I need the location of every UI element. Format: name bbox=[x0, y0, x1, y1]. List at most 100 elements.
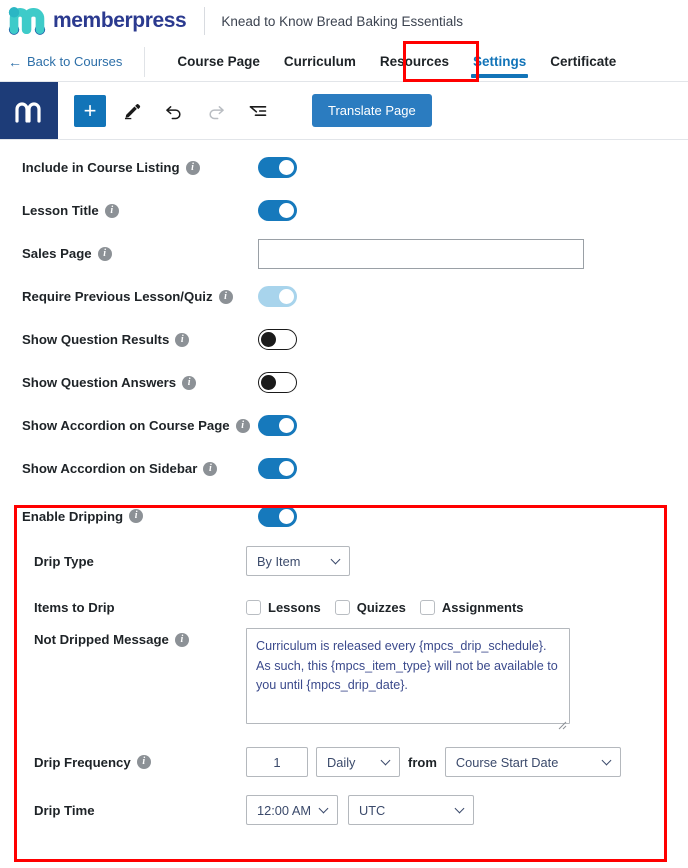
label-show-accordion-course-page: Show Accordion on Course Page i bbox=[22, 418, 258, 433]
label-require-previous-lesson-quiz: Require Previous Lesson/Quiz i bbox=[22, 289, 258, 304]
setting-row-lesson-title: Lesson Title i bbox=[0, 189, 688, 232]
tab-certificate[interactable]: Certificate bbox=[538, 42, 628, 82]
info-icon[interactable]: i bbox=[203, 461, 218, 476]
info-icon[interactable]: i bbox=[175, 332, 190, 347]
toggle-enable-dripping[interactable] bbox=[258, 505, 297, 527]
from-label: from bbox=[408, 754, 437, 770]
toggle-include-in-course-listing[interactable] bbox=[258, 157, 297, 178]
tab-course-page[interactable]: Course Page bbox=[165, 42, 272, 82]
nav-divider bbox=[144, 46, 146, 77]
tab-resources[interactable]: Resources bbox=[368, 42, 461, 82]
editor-toolbar: + Translate Page bbox=[0, 82, 688, 140]
undo-button[interactable] bbox=[156, 93, 192, 129]
arrow-left-icon: ← bbox=[8, 53, 22, 70]
setting-row-show-question-results: Show Question Results i bbox=[0, 318, 688, 361]
chevron-down-icon bbox=[320, 805, 329, 814]
settings-form: Include in Course Listing i Lesson Title… bbox=[0, 140, 688, 834]
setting-row-not-dripped-message: Not Dripped Message i bbox=[0, 628, 688, 738]
plus-icon: + bbox=[74, 94, 106, 127]
not-dripped-message-wrap bbox=[246, 628, 570, 730]
course-title: Knead to Know Bread Baking Essentials bbox=[221, 13, 463, 29]
toggle-show-question-answers[interactable] bbox=[258, 372, 297, 393]
toggle-show-accordion-sidebar[interactable] bbox=[258, 458, 297, 479]
label-show-question-results: Show Question Results i bbox=[22, 332, 258, 347]
chevron-down-icon bbox=[456, 805, 465, 814]
info-icon[interactable]: i bbox=[185, 160, 200, 175]
items-to-drip-checkbox-group: Lessons Quizzes Assignments bbox=[246, 599, 524, 615]
label-items-to-drip: Items to Drip bbox=[34, 599, 115, 615]
back-to-courses-link[interactable]: ← Back to Courses bbox=[0, 54, 122, 69]
drip-from-select[interactable]: Course Start Date bbox=[444, 747, 621, 777]
toggle-lesson-title[interactable] bbox=[258, 200, 297, 221]
drip-frequency-unit-value: Daily bbox=[327, 754, 356, 770]
setting-row-drip-time: Drip Time 12:00 AM UTC bbox=[0, 786, 688, 834]
label-show-question-answers: Show Question Answers i bbox=[22, 375, 258, 390]
add-block-button[interactable]: + bbox=[72, 93, 108, 129]
drip-time-select[interactable]: 12:00 AM bbox=[246, 795, 338, 825]
checkbox-label-lessons: Lessons bbox=[268, 599, 321, 615]
info-icon[interactable]: i bbox=[136, 755, 151, 769]
memberpress-wordmark: memberpress bbox=[53, 9, 187, 32]
memberpress-m-logo-icon bbox=[8, 6, 46, 36]
chevron-down-icon bbox=[332, 556, 341, 565]
label-drip-type: Drip Type bbox=[34, 553, 94, 569]
setting-row-show-accordion-sidebar: Show Accordion on Sidebar i bbox=[0, 447, 688, 490]
settings-page: memberpress Knead to Know Bread Baking E… bbox=[0, 0, 688, 868]
setting-row-items-to-drip: Items to Drip Lessons Quizzes Assignment… bbox=[0, 586, 688, 628]
info-icon[interactable]: i bbox=[129, 509, 144, 523]
not-dripped-message-textarea[interactable] bbox=[246, 628, 570, 724]
redo-button[interactable] bbox=[198, 93, 234, 129]
label-show-accordion-sidebar: Show Accordion on Sidebar i bbox=[22, 461, 258, 476]
edit-tool-button[interactable] bbox=[114, 93, 150, 129]
label-not-dripped-message: Not Dripped Message i bbox=[22, 628, 246, 647]
tab-curriculum[interactable]: Curriculum bbox=[272, 42, 368, 82]
document-outline-icon bbox=[248, 101, 268, 121]
drip-type-value: By Item bbox=[257, 553, 301, 569]
drip-from-value: Course Start Date bbox=[455, 754, 559, 770]
checkbox-item-lessons[interactable]: Lessons bbox=[246, 599, 321, 615]
setting-row-sales-page: Sales Page i bbox=[0, 232, 688, 275]
sales-page-input[interactable] bbox=[258, 238, 584, 269]
info-icon[interactable]: i bbox=[218, 289, 233, 304]
drip-timezone-value: UTC bbox=[359, 802, 386, 818]
drip-type-select[interactable]: By Item bbox=[246, 546, 350, 576]
toggle-show-accordion-course-page[interactable] bbox=[258, 415, 297, 436]
memberpress-m-mark-icon[interactable] bbox=[0, 82, 58, 139]
info-icon[interactable]: i bbox=[235, 418, 250, 433]
toggle-show-question-results[interactable] bbox=[258, 329, 297, 350]
info-icon[interactable]: i bbox=[97, 246, 112, 261]
redo-arrow-icon bbox=[206, 101, 226, 121]
setting-row-require-previous-lesson-quiz: Require Previous Lesson/Quiz i bbox=[0, 275, 688, 318]
drip-frequency-unit-select[interactable]: Daily bbox=[316, 747, 400, 777]
toolbar-buttons: + Translate Page bbox=[58, 82, 432, 139]
checkbox-item-assignments[interactable]: Assignments bbox=[419, 599, 524, 615]
back-to-courses-label: Back to Courses bbox=[27, 54, 123, 69]
drip-timezone-select[interactable]: UTC bbox=[348, 795, 474, 825]
info-icon[interactable]: i bbox=[174, 632, 189, 647]
label-lesson-title: Lesson Title i bbox=[22, 203, 258, 218]
checkbox-label-assignments: Assignments bbox=[441, 599, 524, 615]
label-enable-dripping: Enable Dripping i bbox=[22, 509, 258, 524]
checkbox-lessons[interactable] bbox=[246, 599, 261, 615]
drip-frequency-input[interactable] bbox=[246, 747, 308, 777]
checkbox-label-quizzes: Quizzes bbox=[356, 599, 406, 615]
setting-row-include-in-course-listing: Include in Course Listing i bbox=[0, 146, 688, 189]
info-icon[interactable]: i bbox=[182, 375, 197, 390]
label-sales-page: Sales Page i bbox=[22, 246, 258, 261]
setting-row-enable-dripping: Enable Dripping i bbox=[0, 496, 688, 536]
checkbox-assignments[interactable] bbox=[419, 599, 435, 615]
tab-settings[interactable]: Settings bbox=[461, 42, 538, 82]
translate-page-button[interactable]: Translate Page bbox=[312, 94, 432, 127]
toggle-require-previous-lesson-quiz[interactable] bbox=[258, 286, 297, 307]
checkbox-quizzes[interactable] bbox=[334, 599, 350, 615]
setting-row-show-accordion-course-page: Show Accordion on Course Page i bbox=[0, 404, 688, 447]
brand-bar: memberpress Knead to Know Bread Baking E… bbox=[0, 0, 688, 42]
info-icon[interactable]: i bbox=[104, 203, 119, 218]
document-outline-button[interactable] bbox=[240, 93, 276, 129]
chevron-down-icon bbox=[603, 757, 612, 766]
checkbox-item-quizzes[interactable]: Quizzes bbox=[334, 599, 406, 615]
label-include-in-course-listing: Include in Course Listing i bbox=[22, 160, 258, 175]
brand-divider bbox=[204, 7, 206, 35]
memberpress-logo[interactable]: memberpress bbox=[8, 6, 187, 36]
drip-time-value: 12:00 AM bbox=[257, 802, 312, 818]
